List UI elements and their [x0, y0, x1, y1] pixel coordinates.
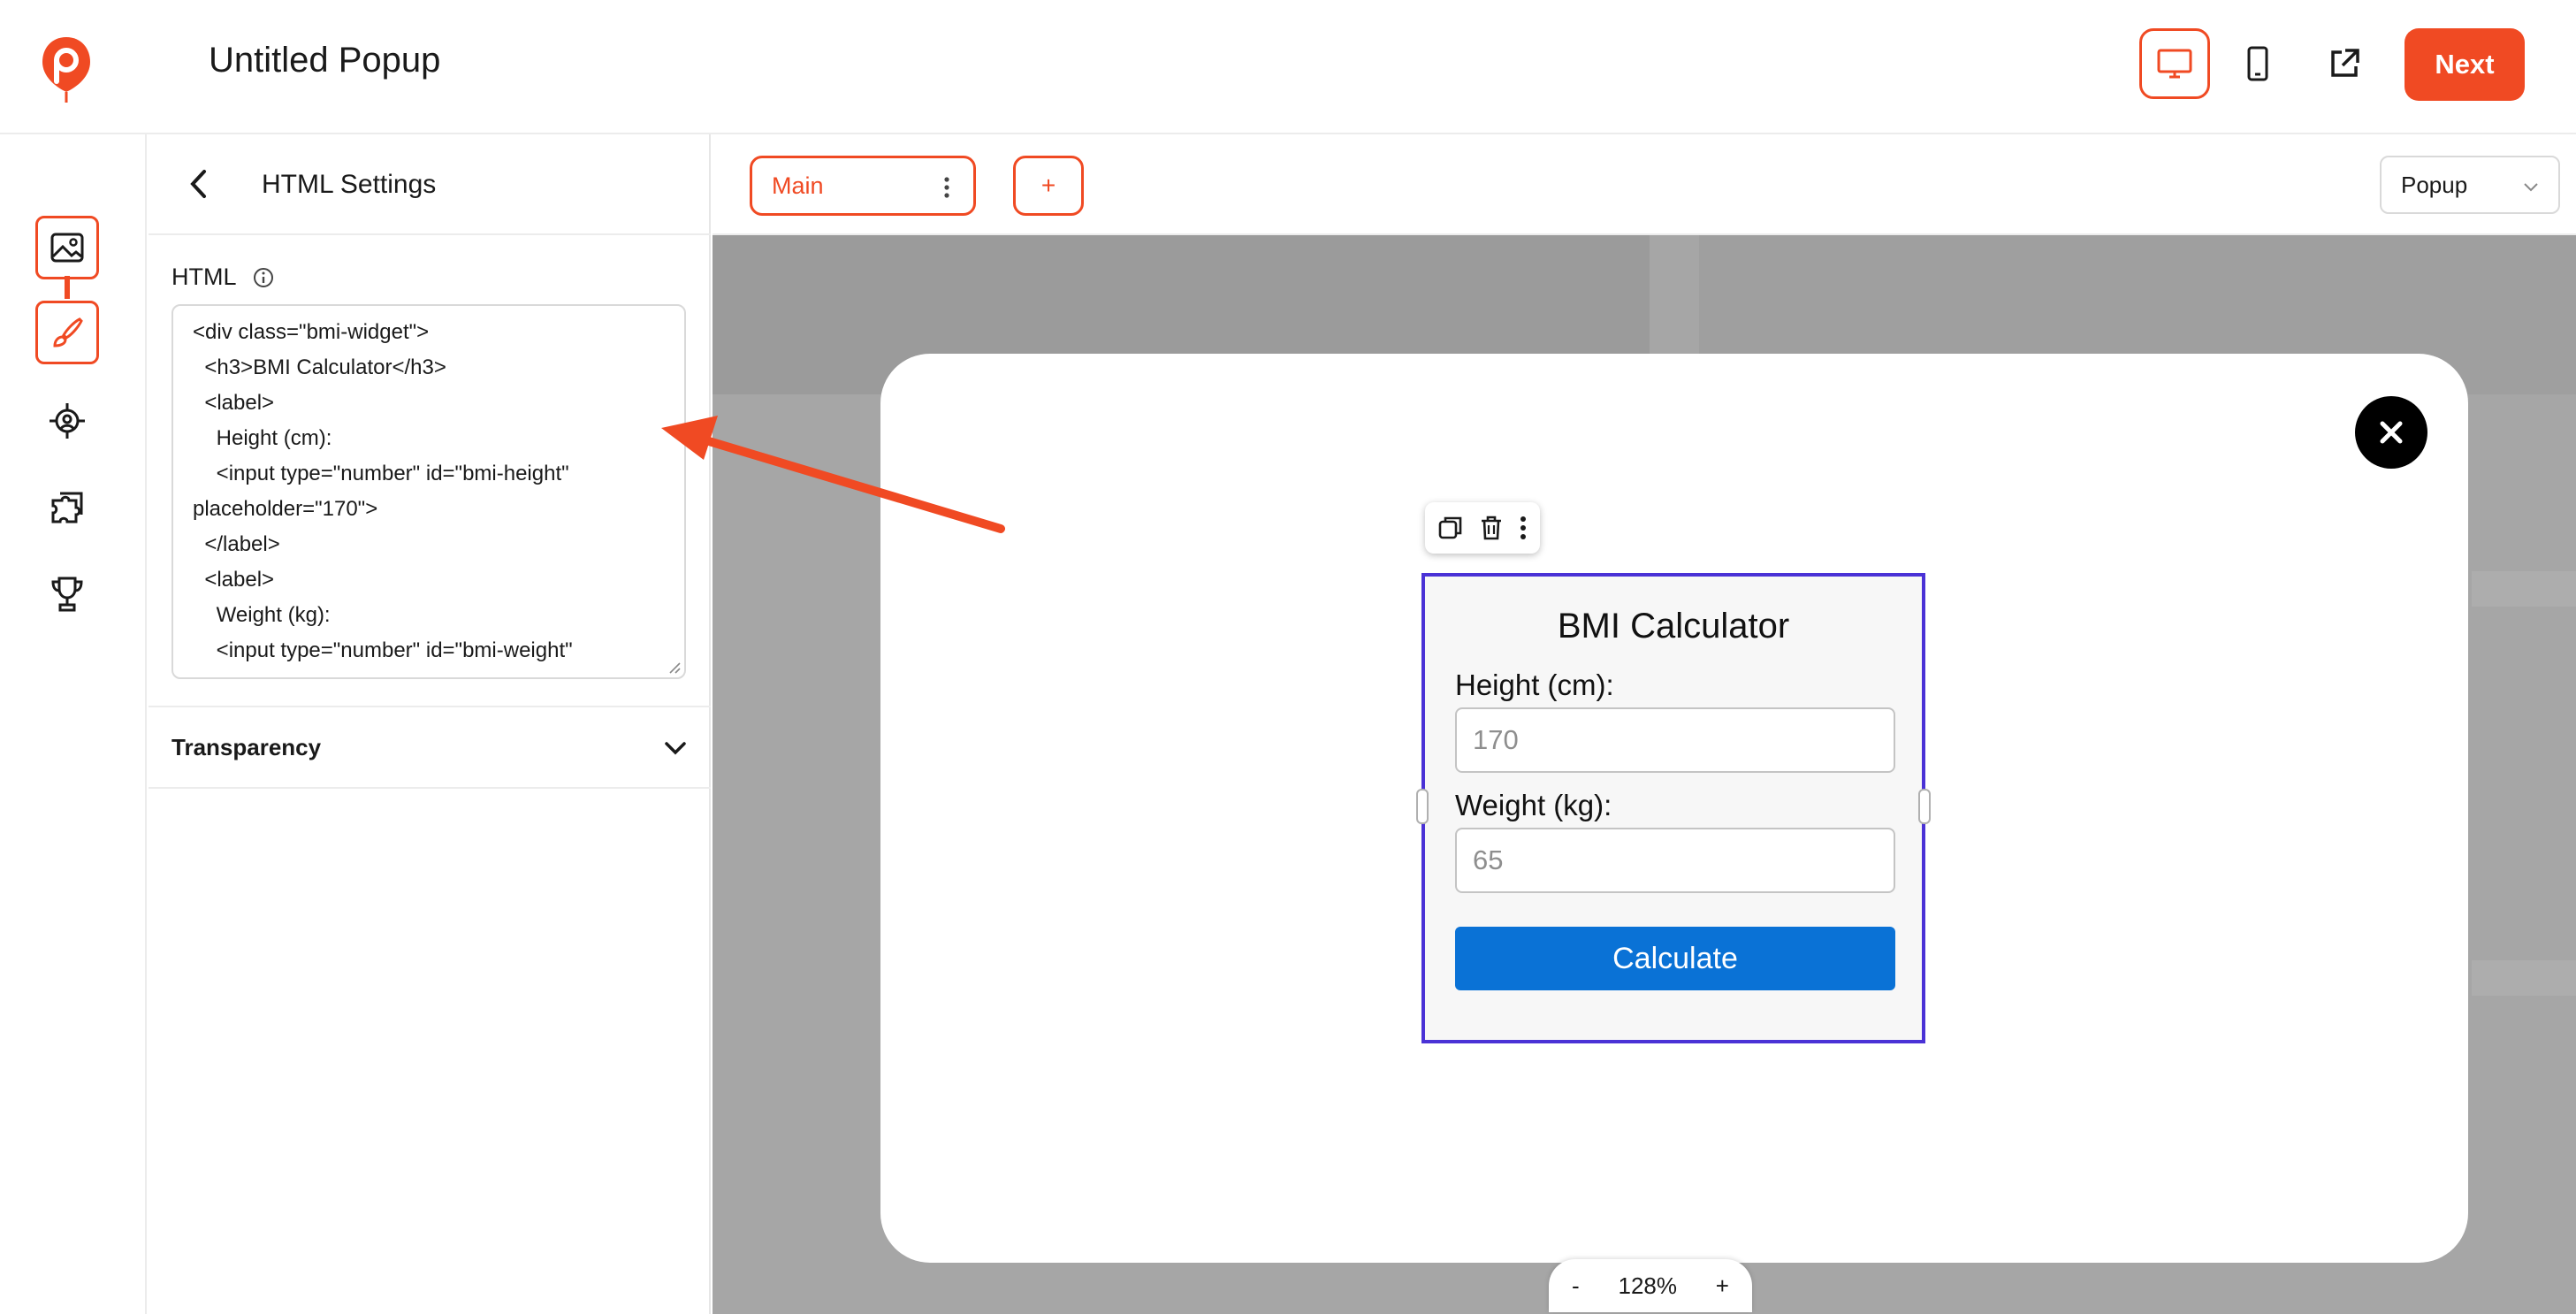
brush-icon	[53, 317, 83, 348]
rail-item-goals[interactable]	[35, 562, 99, 626]
weight-label: Weight (kg):	[1455, 789, 1612, 821]
back-button[interactable]	[180, 166, 216, 202]
desktop-view-button[interactable]	[2139, 28, 2210, 99]
chevron-down-icon	[665, 742, 686, 755]
preview-button[interactable]	[2309, 28, 2380, 99]
html-code-editor[interactable]: <div class="bmi-widget"> <h3>BMI Calcula…	[171, 304, 686, 679]
image-icon	[50, 233, 84, 263]
rail-item-targeting[interactable]	[35, 389, 99, 453]
tab-main[interactable]: Main	[750, 156, 976, 216]
resize-handle-left[interactable]	[1416, 789, 1429, 824]
top-bar: Untitled Popup Next	[0, 0, 2576, 134]
background-strip	[2472, 571, 2576, 607]
html-label-text: HTML	[171, 264, 237, 290]
code-line: <input type="number" id="bmi-height"	[193, 462, 569, 485]
left-rail	[0, 134, 147, 1314]
popup-type-select[interactable]: Popup	[2380, 156, 2560, 214]
height-label: Height (cm):	[1455, 668, 1614, 701]
code-line: <input type="number" id="bmi-weight"	[193, 638, 573, 662]
rail-item-image[interactable]	[35, 216, 99, 279]
panel-header: HTML Settings	[149, 134, 711, 235]
popup-close-button[interactable]	[2355, 396, 2427, 469]
next-button[interactable]: Next	[2405, 28, 2525, 101]
zoom-in-button[interactable]: +	[1716, 1272, 1729, 1300]
trophy-icon	[51, 577, 83, 612]
code-line: Height (cm):	[193, 426, 332, 450]
code-line: placeholder="170">	[193, 497, 378, 521]
calculate-button[interactable]: Calculate	[1455, 927, 1895, 990]
more-vertical-icon[interactable]	[1519, 515, 1528, 541]
chevron-down-icon	[2524, 183, 2538, 192]
target-icon	[50, 403, 85, 439]
info-icon[interactable]	[253, 267, 274, 288]
popup-type-value: Popup	[2401, 171, 2468, 198]
mobile-icon	[2247, 46, 2268, 81]
transparency-section[interactable]: Transparency	[149, 706, 711, 789]
close-icon	[2380, 421, 2403, 444]
zoom-out-button[interactable]: -	[1572, 1272, 1580, 1300]
mobile-view-button[interactable]	[2222, 28, 2293, 99]
element-toolbar	[1425, 502, 1540, 554]
rail-item-design[interactable]	[35, 301, 99, 364]
code-line: Weight (kg):	[193, 603, 331, 627]
page-title[interactable]: Untitled Popup	[209, 41, 440, 80]
height-input[interactable]: 170	[1455, 707, 1895, 773]
code-line: <label>	[193, 568, 275, 592]
rail-item-integrations[interactable]	[35, 476, 99, 539]
puzzle-icon	[51, 492, 83, 523]
rail-connector	[65, 276, 70, 299]
chevron-left-icon	[190, 170, 206, 198]
resize-grip-icon[interactable]	[667, 660, 681, 674]
brand-logo[interactable]	[39, 34, 94, 106]
code-line: <div class="bmi-widget">	[193, 320, 430, 344]
desktop-icon	[2157, 49, 2192, 79]
tab-main-label: Main	[772, 172, 824, 199]
canvas-toolbar: Main + Popup	[713, 134, 2576, 235]
settings-panel: HTML Settings HTML <div class="bmi-widge…	[149, 134, 711, 1314]
more-vertical-icon[interactable]	[943, 176, 950, 199]
panel-title: HTML Settings	[262, 170, 437, 199]
code-line: <h3>BMI Calculator</h3>	[193, 355, 446, 379]
duplicate-icon[interactable]	[1437, 515, 1464, 541]
transparency-label: Transparency	[171, 734, 322, 760]
zoom-level: 128%	[1618, 1272, 1677, 1299]
code-line: <label>	[193, 391, 275, 415]
resize-handle-right[interactable]	[1918, 789, 1931, 824]
trash-icon[interactable]	[1478, 515, 1505, 541]
zoom-control: - 128% +	[1549, 1259, 1752, 1312]
code-line: </label>	[193, 532, 280, 556]
external-link-icon	[2331, 49, 2359, 77]
background-strip	[2472, 960, 2576, 996]
bmi-widget[interactable]: BMI Calculator Height (cm): 170 Weight (…	[1421, 573, 1925, 1043]
widget-title: BMI Calculator	[1557, 607, 1790, 646]
html-field-label: HTML	[171, 264, 274, 291]
add-page-button[interactable]: +	[1013, 156, 1084, 216]
weight-input[interactable]: 65	[1455, 828, 1895, 893]
